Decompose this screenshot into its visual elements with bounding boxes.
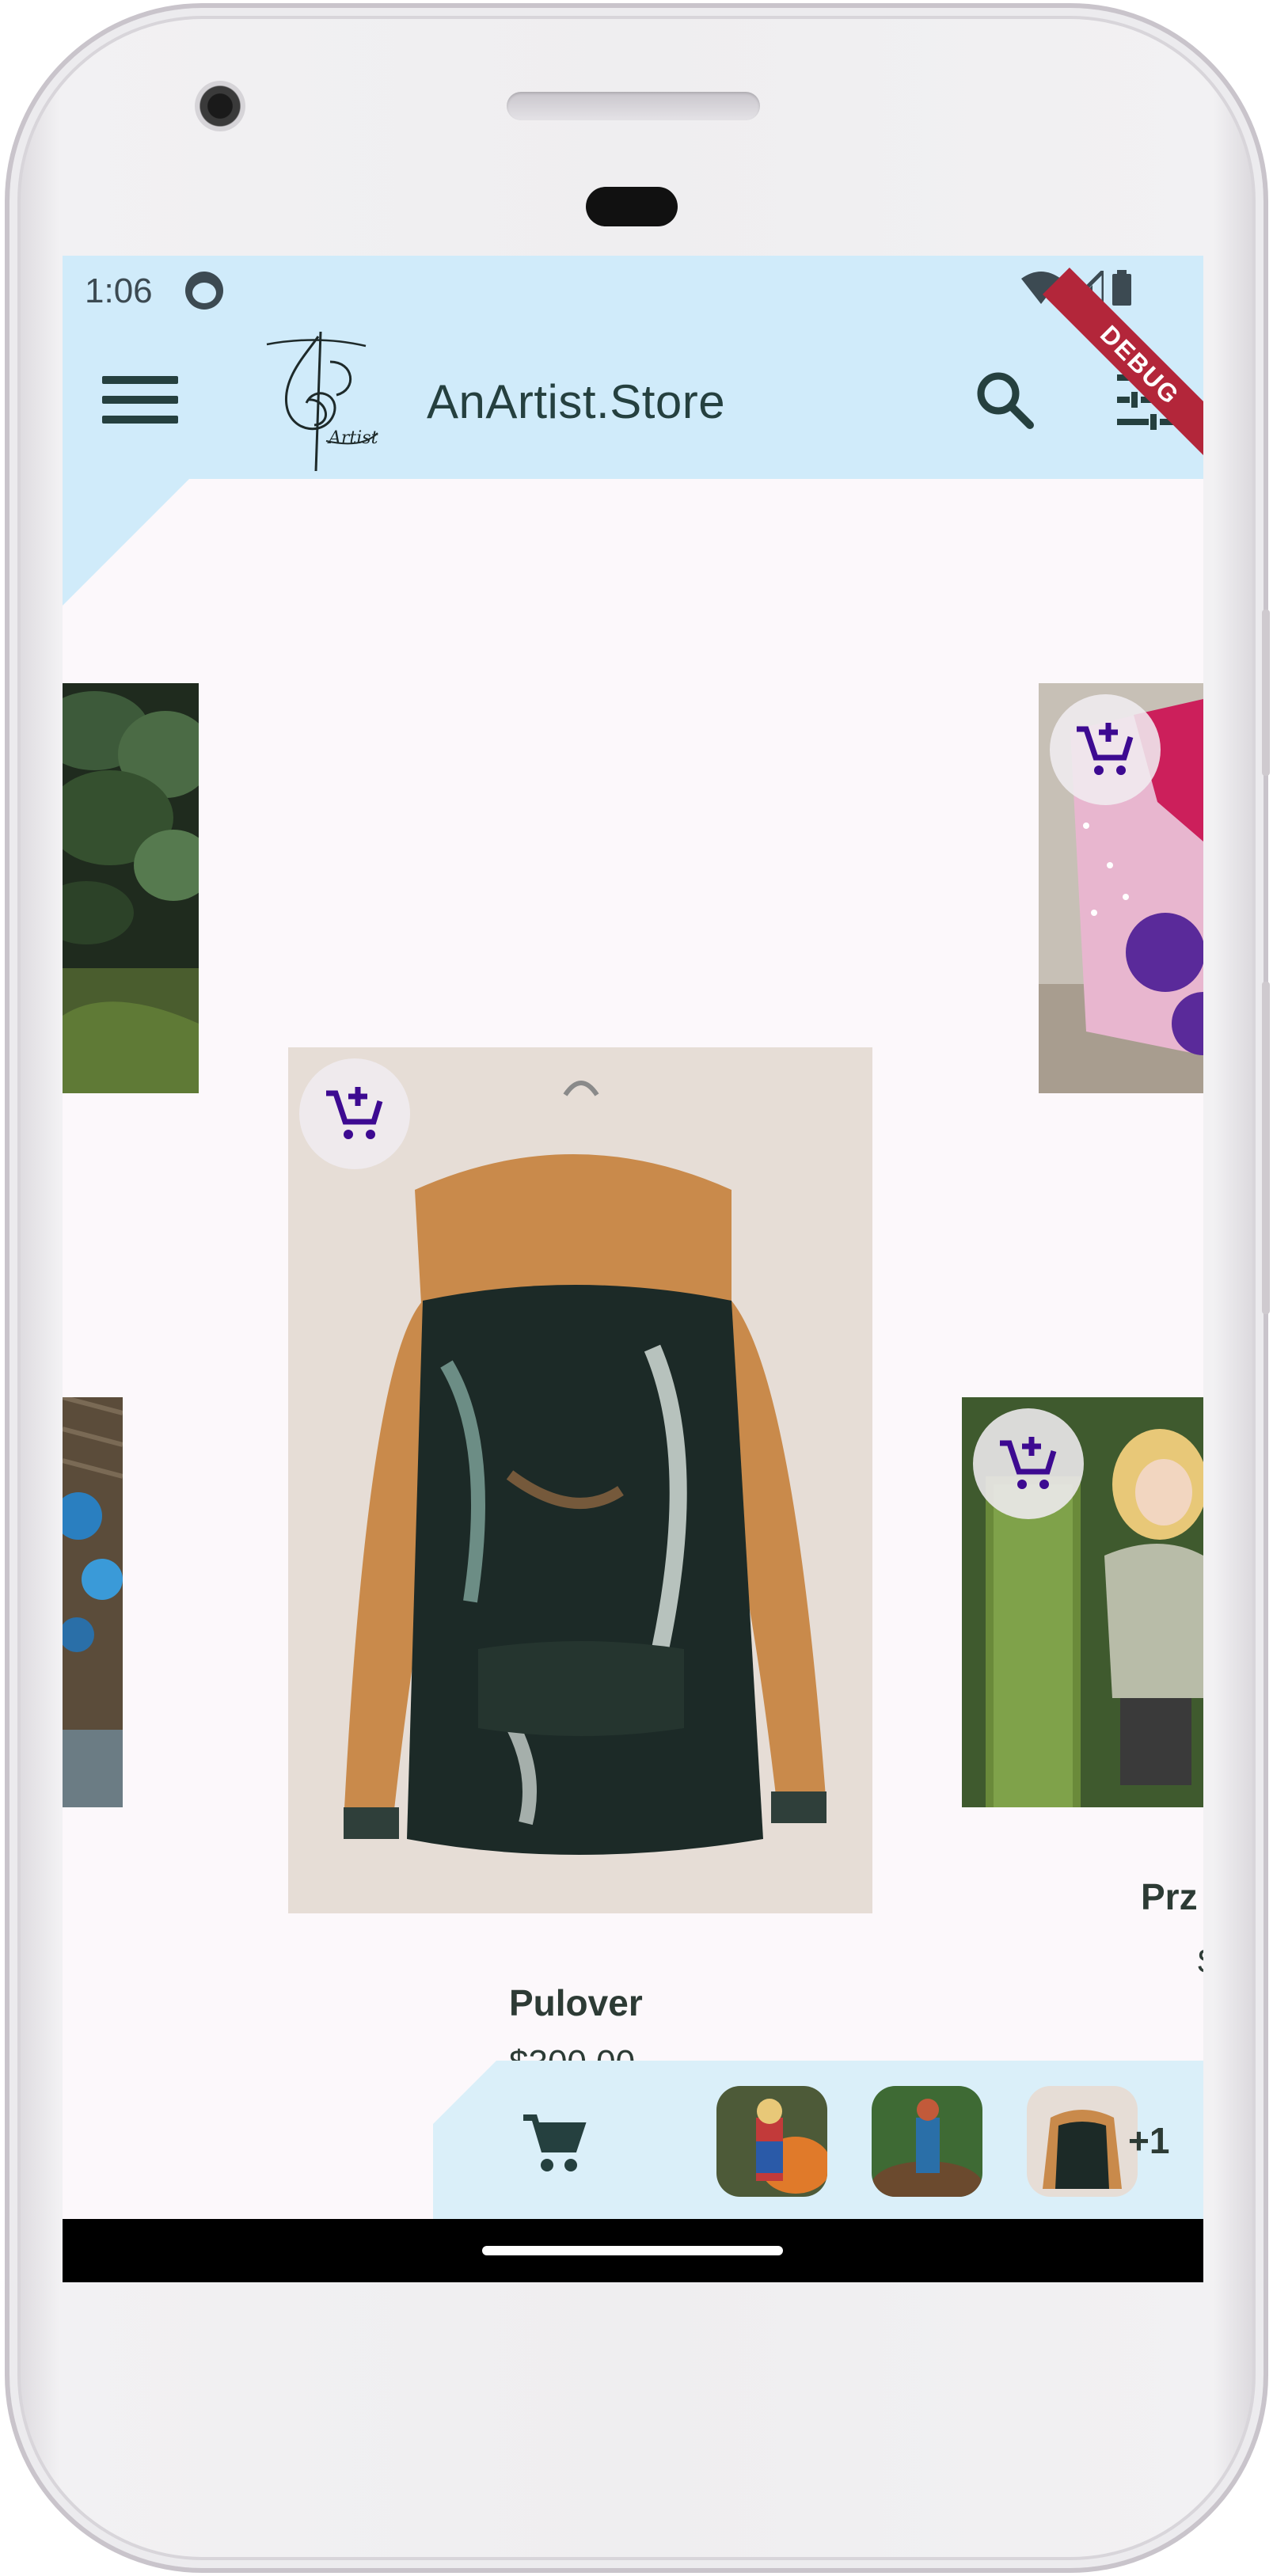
product-image-foliage <box>63 683 199 1093</box>
appbar-corner-decoration <box>63 479 189 606</box>
logo-text: Artist <box>327 428 378 448</box>
add-shopping-cart-icon <box>326 1087 383 1139</box>
product-name: Prz <box>1141 1876 1198 1917</box>
thumbnail-doll-garden <box>872 2086 982 2197</box>
product-image-hoodie <box>288 1047 872 1913</box>
battery-icon <box>1112 270 1131 306</box>
proximity-sensor <box>586 187 678 226</box>
status-bar: 1:06 <box>63 256 1203 322</box>
menu-button[interactable] <box>102 367 178 433</box>
product-card-right-lower[interactable] <box>962 1397 1203 1807</box>
product-name: Pulover <box>509 1982 643 2023</box>
store-logo[interactable]: Artist <box>251 330 386 473</box>
product-card-left-top[interactable] <box>63 683 199 1093</box>
cart-button[interactable] <box>520 2110 587 2176</box>
status-time: 1:06 <box>85 272 153 310</box>
more-items-count[interactable]: +1 <box>1128 2119 1169 2162</box>
notification-icon <box>185 272 223 310</box>
add-shopping-cart-icon <box>1077 723 1134 775</box>
search-icon <box>977 372 1034 429</box>
product-card-right-top[interactable] <box>1039 683 1203 1093</box>
search-button[interactable] <box>967 362 1043 438</box>
home-gesture-pill[interactable] <box>482 2246 783 2255</box>
thumbnail-hoodie <box>1027 2086 1138 2197</box>
add-to-cart-button[interactable] <box>973 1408 1084 1519</box>
system-nav-bar <box>63 2219 1203 2282</box>
power-button <box>1262 610 1270 776</box>
app-bar: Artist AnArtist.Store DEBUG <box>63 267 1203 479</box>
app-title: AnArtist.Store <box>427 375 726 428</box>
product-price: $ <box>1198 1942 1203 1981</box>
thumbnail-doll-pumpkin <box>716 2086 827 2197</box>
cart-item-thumbnail[interactable] <box>1027 2086 1138 2197</box>
add-to-cart-button[interactable] <box>299 1058 410 1169</box>
product-card-left-lower[interactable] <box>63 1397 123 1807</box>
front-camera <box>195 81 245 131</box>
add-shopping-cart-icon <box>1000 1437 1057 1489</box>
cart-preview-bar: +1 <box>433 2061 1203 2219</box>
earpiece-speaker <box>507 92 760 120</box>
product-card-main[interactable] <box>288 1047 872 1913</box>
product-image-stones <box>63 1397 123 1807</box>
cart-item-thumbnail[interactable] <box>716 2086 827 2197</box>
add-to-cart-button[interactable] <box>1050 694 1161 805</box>
app-screen: 1:06 Artist AnArtist.Store DEBUG Pulover… <box>63 256 1203 2282</box>
cart-item-thumbnail[interactable] <box>872 2086 982 2197</box>
shopping-cart-icon <box>523 2114 587 2171</box>
volume-button <box>1262 982 1270 1314</box>
